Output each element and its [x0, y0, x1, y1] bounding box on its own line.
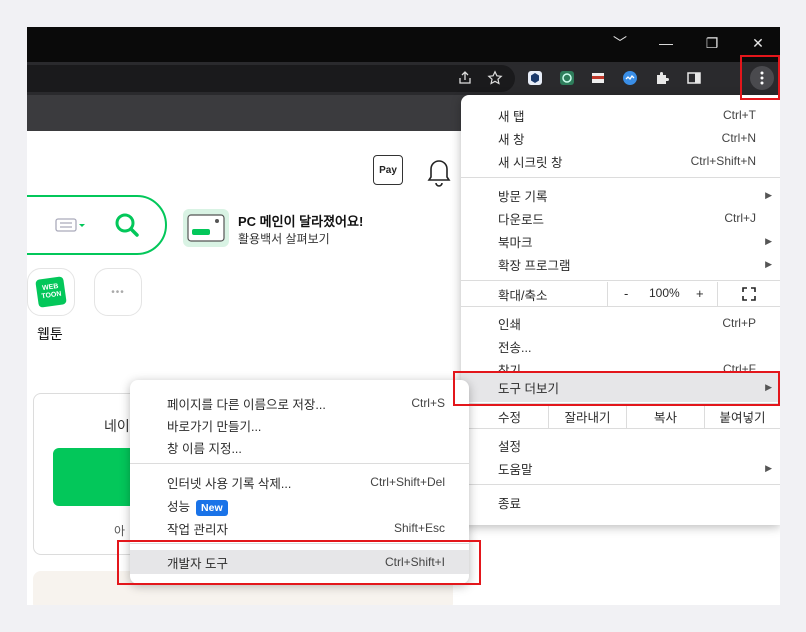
chevron-right-icon: ▶ — [765, 189, 772, 200]
submenu-task-manager[interactable]: 작업 관리자 Shift+Esc — [130, 517, 469, 539]
naver-partial-text: 네이 — [104, 418, 130, 434]
extension-1-icon[interactable] — [525, 68, 545, 88]
fullscreen-button[interactable] — [717, 282, 780, 306]
submenu-save-page[interactable]: 페이지를 다른 이름으로 저장... Ctrl+S — [130, 392, 469, 414]
zoom-value: 100% — [649, 286, 680, 300]
copy-button[interactable]: 복사 — [626, 404, 704, 428]
paste-button[interactable]: 붙여넣기 — [704, 404, 780, 428]
webtoon-icon: WEB TOON — [27, 268, 75, 316]
submenu-create-shortcut[interactable]: 바로가기 만들기... — [130, 414, 469, 436]
minimize-button[interactable]: — — [643, 27, 689, 59]
promo-subtitle: 활용백서 살펴보기 — [238, 232, 330, 246]
naver-search-box[interactable] — [27, 195, 167, 255]
menu-separator — [461, 280, 780, 281]
menu-history[interactable]: 방문 기록 ▶ — [461, 184, 780, 206]
menu-settings[interactable]: 설정 — [461, 434, 780, 456]
menu-print[interactable]: 인쇄 Ctrl+P — [461, 312, 780, 334]
chevron-right-icon: ▶ — [765, 462, 772, 473]
browser-toolbar — [27, 62, 780, 95]
puzzle-icon[interactable] — [652, 68, 672, 88]
edit-label: 수정 — [498, 410, 522, 425]
browser-window: ﹀ — ❐ ✕ Pay PC 메인이 달라졌어요! 활용백서 살펴보기 WEB … — [27, 27, 780, 605]
bell-icon[interactable] — [425, 155, 453, 187]
share-icon[interactable] — [455, 68, 475, 88]
menu-separator — [461, 484, 780, 485]
tab-search-button[interactable]: ﹀ — [597, 27, 643, 59]
menu-exit[interactable]: 종료 — [461, 491, 780, 513]
menu-separator — [461, 306, 780, 307]
submenu-performance[interactable]: 성능 New — [130, 494, 469, 516]
extension-4-icon[interactable] — [620, 68, 640, 88]
more-dots-icon: ••• — [111, 286, 125, 298]
search-icon[interactable] — [113, 211, 141, 244]
performance-label: 성능 — [167, 499, 191, 514]
partial-link-text: 아 — [114, 524, 126, 538]
naver-pay-button[interactable]: Pay — [373, 155, 403, 185]
menu-edit-row: 수정 잘라내기 복사 붙여넣기 — [461, 404, 780, 428]
menu-cast[interactable]: 전송... — [461, 335, 780, 357]
address-bar[interactable] — [27, 65, 515, 92]
menu-separator — [130, 463, 469, 464]
menu-new-incognito[interactable]: 새 시크릿 창 Ctrl+Shift+N — [461, 150, 780, 172]
star-icon[interactable] — [485, 68, 505, 88]
zoom-out-button[interactable]: - — [624, 286, 628, 301]
sidepanel-icon[interactable] — [684, 68, 704, 88]
promo-title: PC 메인이 달라졌어요! — [238, 214, 364, 229]
promo-illustration-icon — [183, 209, 229, 247]
pay-label: Pay — [379, 164, 397, 176]
submenu-clear-data[interactable]: 인터넷 사용 기록 삭제... Ctrl+Shift+Del — [130, 471, 469, 493]
chevron-right-icon: ▶ — [765, 235, 772, 246]
new-badge: New — [196, 499, 228, 516]
zoom-label: 확대/축소 — [498, 288, 548, 303]
menu-extensions[interactable]: 확장 프로그램 ▶ — [461, 253, 780, 275]
fullscreen-icon — [742, 287, 756, 304]
menu-separator — [461, 428, 780, 429]
zoom-controls: - 100% + — [607, 282, 780, 306]
menu-new-tab[interactable]: 새 탭 Ctrl+T — [461, 104, 780, 126]
highlight-more-tools — [453, 371, 780, 406]
menu-bookmarks[interactable]: 북마크 ▶ — [461, 230, 780, 252]
webtoon-label: 웹툰 — [37, 326, 63, 342]
extension-2-icon[interactable] — [557, 68, 577, 88]
more-shortcuts-button[interactable]: ••• — [94, 268, 142, 316]
zoom-in-button[interactable]: + — [696, 286, 704, 301]
menu-downloads[interactable]: 다운로드 Ctrl+J — [461, 207, 780, 229]
restore-button[interactable]: ❐ — [689, 27, 735, 59]
menu-zoom-row: 확대/축소 - 100% + — [461, 282, 780, 306]
menu-help[interactable]: 도움말 ▶ — [461, 457, 780, 479]
webtoon-shortcut[interactable]: WEB TOON 웹툰 — [27, 268, 75, 348]
cut-button[interactable]: 잘라내기 — [548, 404, 626, 428]
submenu-name-window[interactable]: 창 이름 지정... — [130, 436, 469, 458]
chevron-right-icon: ▶ — [765, 258, 772, 269]
highlight-kebab-menu — [740, 55, 780, 100]
keyboard-icon[interactable] — [55, 217, 85, 238]
highlight-dev-tools — [117, 540, 481, 585]
title-bar: ﹀ — ❐ ✕ — [27, 27, 780, 62]
promo-banner[interactable]: PC 메인이 달라졌어요! 활용백서 살펴보기 — [183, 209, 413, 251]
chrome-main-menu: 새 탭 Ctrl+T 새 창 Ctrl+N 새 시크릿 창 Ctrl+Shift+N … — [461, 95, 780, 525]
menu-separator — [461, 177, 780, 178]
extension-3-icon[interactable] — [588, 68, 608, 88]
menu-new-window[interactable]: 새 창 Ctrl+N — [461, 127, 780, 149]
